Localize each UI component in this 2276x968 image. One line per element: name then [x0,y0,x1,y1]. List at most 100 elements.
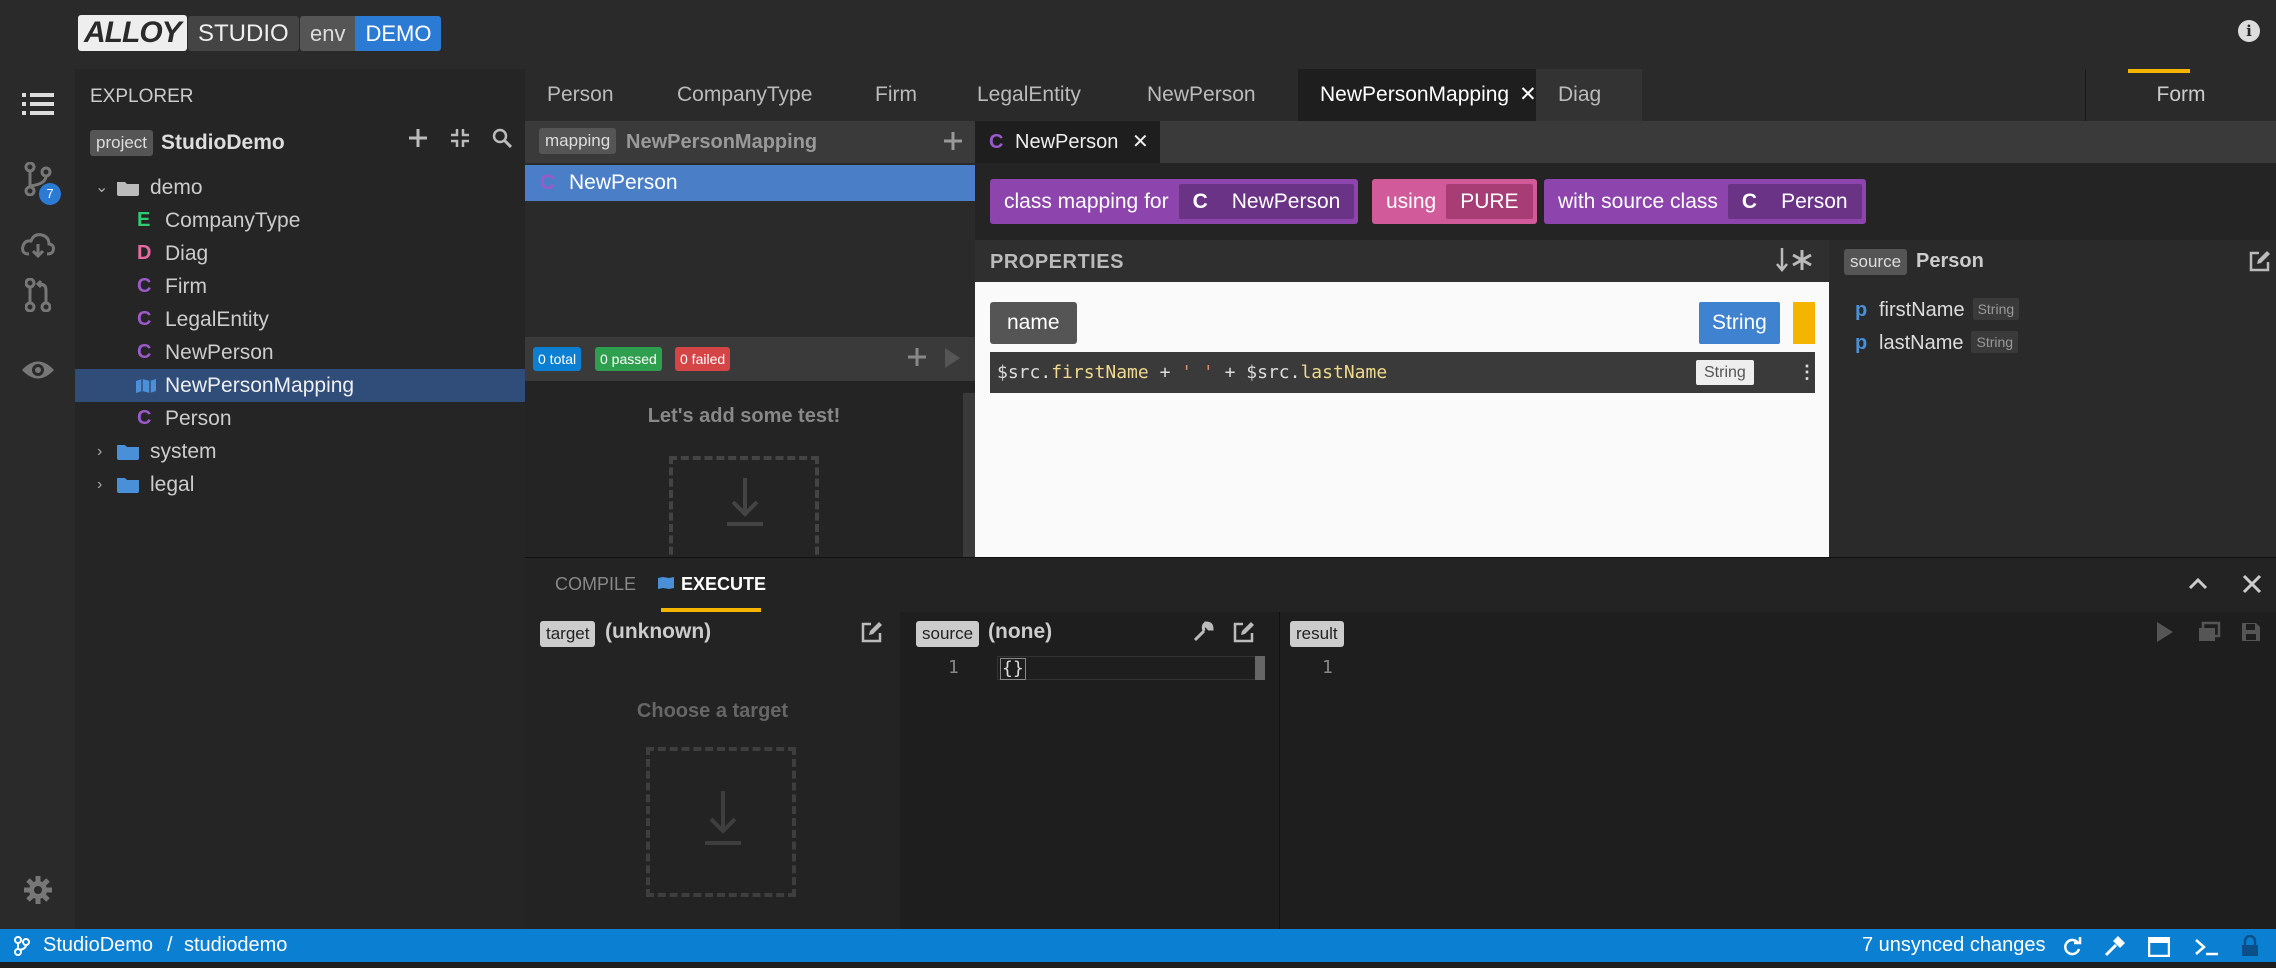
search-button[interactable] [492,127,513,155]
chevron-right-icon: › [97,476,103,493]
play-icon [945,348,960,368]
hammer-icon [2104,936,2125,957]
tree-label: legal [150,473,195,496]
download-icon [705,791,741,845]
terminal-button[interactable] [2194,935,2220,968]
mapping-element-item[interactable]: C NewPerson [525,165,975,201]
properties-title: PROPERTIES [990,251,1124,273]
property-icon: p [1855,332,1868,354]
run-tests-button[interactable] [943,347,961,374]
more-vertical-icon[interactable]: ⋮ [1798,352,1816,393]
property-icon: p [1855,299,1868,321]
property-name-chip[interactable]: name [990,302,1077,344]
add-mapping-button[interactable] [943,127,963,158]
class-mapping-chip: class mapping for C NewPerson [990,179,1359,224]
edit-source-button[interactable] [2249,250,2271,277]
tree-item-diag[interactable]: D Diag [75,237,525,270]
maximize-panel-button[interactable] [2188,574,2208,599]
property-type-chip[interactable]: String [1699,302,1780,344]
explorer-activity-button[interactable] [0,69,75,139]
hammer-button[interactable] [2104,935,2126,968]
settings-activity-button[interactable] [0,855,75,925]
tab-newpersonmapping[interactable]: NewPersonMapping ✕ [1298,69,1537,121]
collapse-tree-button[interactable] [450,127,470,155]
tab-person[interactable]: Person [525,69,636,121]
edit-icon [861,622,882,643]
source-property-firstname[interactable]: p firstName String [1855,294,2020,327]
test-empty-state: Let's add some test! [525,381,975,566]
folder-icon [117,478,139,493]
toggle-panel-button[interactable] [2147,935,2171,968]
tree-item-companytype[interactable]: E CompanyType [75,204,525,237]
source-scrollbar[interactable] [1255,656,1265,680]
close-icon[interactable]: ✕ [1519,83,1537,106]
form-mode-tab[interactable]: Form [2085,69,2276,121]
tree-item-legalentity[interactable]: C LegalEntity [75,303,525,336]
chevron-up-icon [2188,577,2208,590]
explorer-title: EXPLORER [90,86,194,107]
source-class-selector[interactable]: C Person [1727,184,1862,219]
target-class-name: NewPerson [1231,190,1341,213]
close-icon[interactable]: ✕ [1132,131,1149,153]
studio-label: STUDIO [188,16,299,51]
target-header: target (unknown) [525,612,900,654]
configure-source-button[interactable] [1192,621,1214,648]
tab-diag[interactable]: Diag [1536,69,1642,121]
unsynced-changes-status[interactable]: 7 unsynced changes [1862,929,2045,962]
add-test-dropzone[interactable] [669,456,819,566]
line-number: 1 [948,657,959,678]
tab-newperson[interactable]: NewPerson [1125,69,1278,121]
edit-target-button[interactable] [861,621,883,648]
lock-button[interactable] [2240,934,2260,968]
tab-companytype[interactable]: CompanyType [655,69,834,121]
tests-scrollbar[interactable] [963,393,975,557]
property-expression-editor[interactable]: $src.firstName + ' ' + $src.lastName Str… [990,352,1816,393]
enum-icon: E [137,209,151,231]
edit-source-button[interactable] [1233,621,1255,648]
execute-button[interactable] [2155,621,2175,648]
target-dropzone[interactable] [646,747,796,897]
save-result-button[interactable] [2240,621,2262,648]
tab-compile[interactable]: COMPILE [555,558,636,612]
using-chip: using PURE [1372,179,1537,224]
tree-item-legal[interactable]: › legal [75,468,525,501]
tree-item-newperson[interactable]: C NewPerson [75,336,525,369]
tree-item-demo[interactable]: ⌄ demo [75,171,525,204]
workspace-name[interactable]: StudioDemo [43,929,153,962]
env-value: DEMO [355,16,442,51]
local-changes-activity-button[interactable] [0,144,75,214]
source-property-lastname[interactable]: p lastName String [1855,327,2019,360]
info-icon[interactable]: i [2238,20,2260,42]
tree-item-person[interactable]: C Person [75,402,525,435]
sort-button[interactable] [1776,246,1812,279]
generate-plan-button[interactable] [2197,621,2221,648]
tab-firm[interactable]: Firm [853,69,939,121]
tab-legalentity[interactable]: LegalEntity [955,69,1103,121]
tree-item-newpersonmapping[interactable]: NewPersonMapping [75,369,525,402]
source-code-editor[interactable]: {} [997,656,1261,680]
view-project-activity-button[interactable] [0,335,75,405]
sync-button[interactable] [2062,935,2082,968]
tree-item-system[interactable]: › system [75,435,525,468]
add-test-button[interactable] [907,347,927,372]
tab-execute[interactable]: EXECUTE [658,558,766,612]
chevron-down-icon: ⌄ [95,179,109,196]
result-tag: result [1290,621,1344,647]
tree-label: Diag [165,242,209,265]
tree-item-firm[interactable]: C Firm [75,270,525,303]
tab-newperson-element[interactable]: C NewPerson ✕ [975,121,1160,163]
branch-name[interactable]: studiodemo [184,929,287,962]
mapping-explorer: mapping NewPersonMapping C NewPerson 0 t… [525,121,975,566]
class-mapping-for-label: class mapping for [1004,189,1169,213]
plus-icon [908,348,926,366]
target-class-chip[interactable]: C NewPerson [1178,184,1355,219]
plan-icon [2199,621,2221,641]
add-element-button[interactable] [408,127,428,155]
source-value: (none) [988,620,1053,643]
class-icon: C [1192,190,1208,213]
close-panel-button[interactable] [2242,574,2262,599]
wrench-icon [1193,621,1214,642]
status-bar: StudioDemo / studiodemo 7 unsynced chang… [0,929,2276,962]
review-activity-button[interactable] [0,260,75,330]
execution-target-column: target (unknown) Choose a target [525,612,900,930]
